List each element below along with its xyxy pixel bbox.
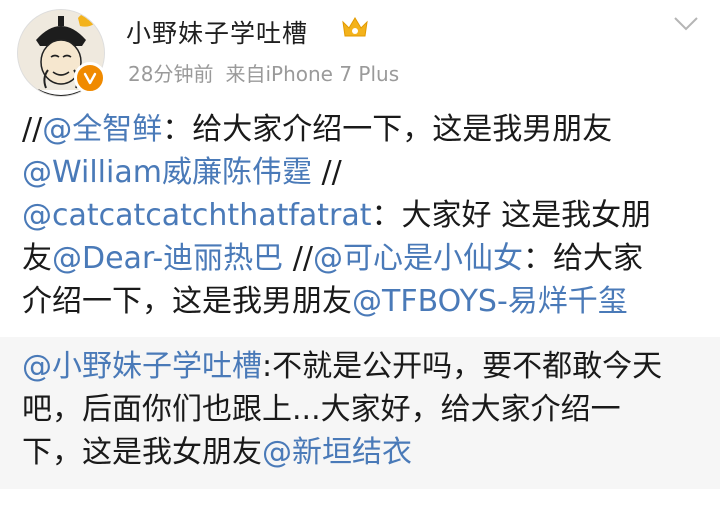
author-name[interactable]: 小野妹子学吐槽 xyxy=(126,14,308,50)
retweet-body: @小野妹子学吐槽:不就是公开吗，要不都敢今天 吧，后面你们也跟上...大家好，给… xyxy=(22,345,702,474)
post-time: 28分钟前 xyxy=(128,62,214,86)
content-line: //@全智鲜：给大家介绍一下，这是我男朋友 xyxy=(22,112,613,147)
post-header: 小野妹子学吐槽 28分钟前 来自iPhone 7 Plus xyxy=(0,0,720,110)
footer-spacer xyxy=(0,489,720,505)
mention-link[interactable]: @Dear-迪丽热巴 xyxy=(52,241,283,276)
mention-link[interactable]: @catcatcatchthatfatrat xyxy=(22,198,372,233)
content-line: 友@Dear-迪丽热巴 //@可心是小仙女：给大家 xyxy=(22,241,643,276)
retweet-line: 吧，后面你们也跟上...大家好，给大家介绍一 xyxy=(22,392,621,427)
post-source[interactable]: 来自iPhone 7 Plus xyxy=(225,62,399,86)
mention-link[interactable]: @全智鲜 xyxy=(42,112,162,147)
content-line: @William威廉陈伟霆 // xyxy=(22,155,342,190)
retweet-block[interactable]: @小野妹子学吐槽:不就是公开吗，要不都敢今天 吧，后面你们也跟上...大家好，给… xyxy=(0,337,720,489)
mention-link[interactable]: @TFBOYS-易烊千玺 xyxy=(352,284,628,319)
mention-link[interactable]: @小野妹子学吐槽 xyxy=(22,349,262,384)
mention-link[interactable]: @William威廉陈伟霆 xyxy=(22,155,312,190)
crown-icon[interactable] xyxy=(340,14,370,40)
post-content: //@全智鲜：给大家介绍一下，这是我男朋友 @William威廉陈伟霆 // @… xyxy=(22,108,712,323)
retweet-line: 下，这是我女朋友@新垣结衣 xyxy=(22,435,412,470)
content-line: @catcatcatchthatfatrat：大家好 这是我女朋 xyxy=(22,198,652,233)
mention-link[interactable]: @可心是小仙女 xyxy=(313,241,523,276)
content-line: 介绍一下，这是我男朋友@TFBOYS-易烊千玺 xyxy=(22,284,628,319)
retweet-line: @小野妹子学吐槽:不就是公开吗，要不都敢今天 xyxy=(22,349,663,384)
verified-badge-icon xyxy=(74,62,106,94)
mention-link[interactable]: @新垣结衣 xyxy=(262,435,412,470)
post-meta: 28分钟前 来自iPhone 7 Plus xyxy=(128,58,399,87)
chevron-down-icon[interactable] xyxy=(672,14,700,34)
